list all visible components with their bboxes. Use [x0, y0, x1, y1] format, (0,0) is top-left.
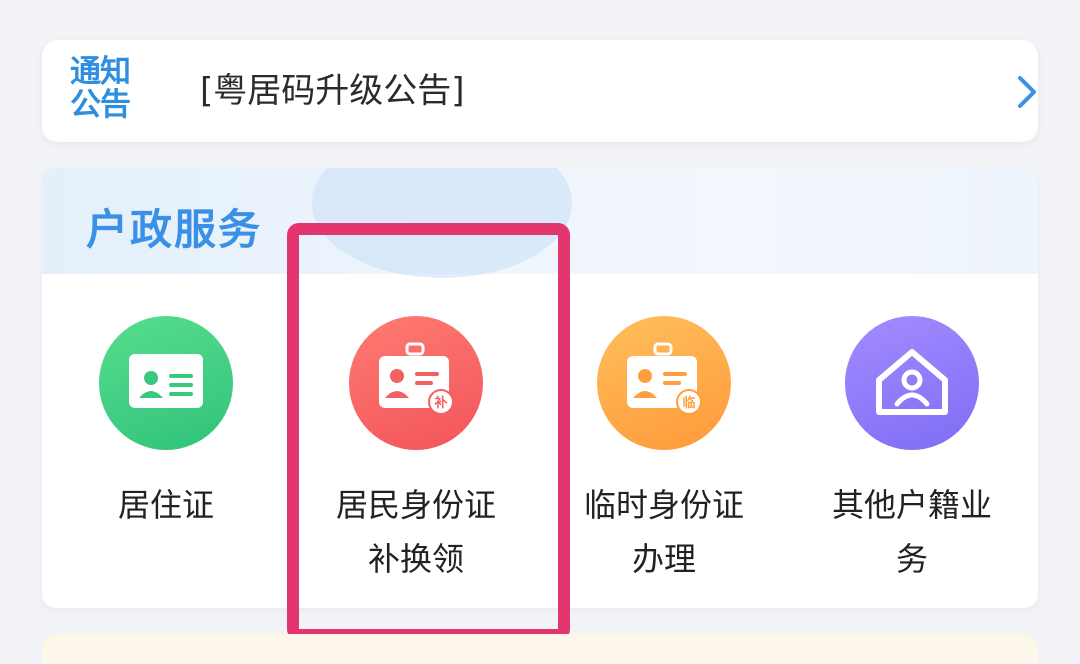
notice-bar[interactable]: 通知 公告 [粤居码升级公告] — [42, 40, 1038, 142]
service-label: 居住证 — [117, 486, 214, 524]
chevron-right-icon[interactable] — [1012, 74, 1042, 110]
temp-id-badge: 临 — [682, 396, 696, 411]
service-temporary-id[interactable]: 临 临时身份证办理 — [544, 316, 784, 586]
notice-tag-line2: 公告 — [70, 87, 131, 123]
service-label: 临时身份证办理 — [544, 478, 784, 586]
notice-tag: 通知 公告 — [70, 56, 142, 126]
next-card-edge — [42, 634, 1038, 664]
notice-text[interactable]: [粤居码升级公告] — [200, 68, 465, 114]
household-house-icon — [845, 316, 979, 450]
service-residence-permit[interactable]: 居住证 — [46, 316, 286, 532]
highlight-frame — [287, 223, 570, 641]
service-other-household[interactable]: 其他户籍业务 — [792, 316, 1032, 586]
temporary-id-icon: 临 — [597, 316, 731, 450]
section-title: 户政服务 — [86, 205, 263, 254]
notice-tag-line1: 通知 — [70, 54, 131, 90]
service-label-text: 其他户籍业务 — [831, 486, 992, 578]
residence-card-icon — [99, 316, 233, 450]
service-label-text: 临时身份证办理 — [583, 486, 744, 578]
service-label: 其他户籍业务 — [792, 478, 1032, 586]
